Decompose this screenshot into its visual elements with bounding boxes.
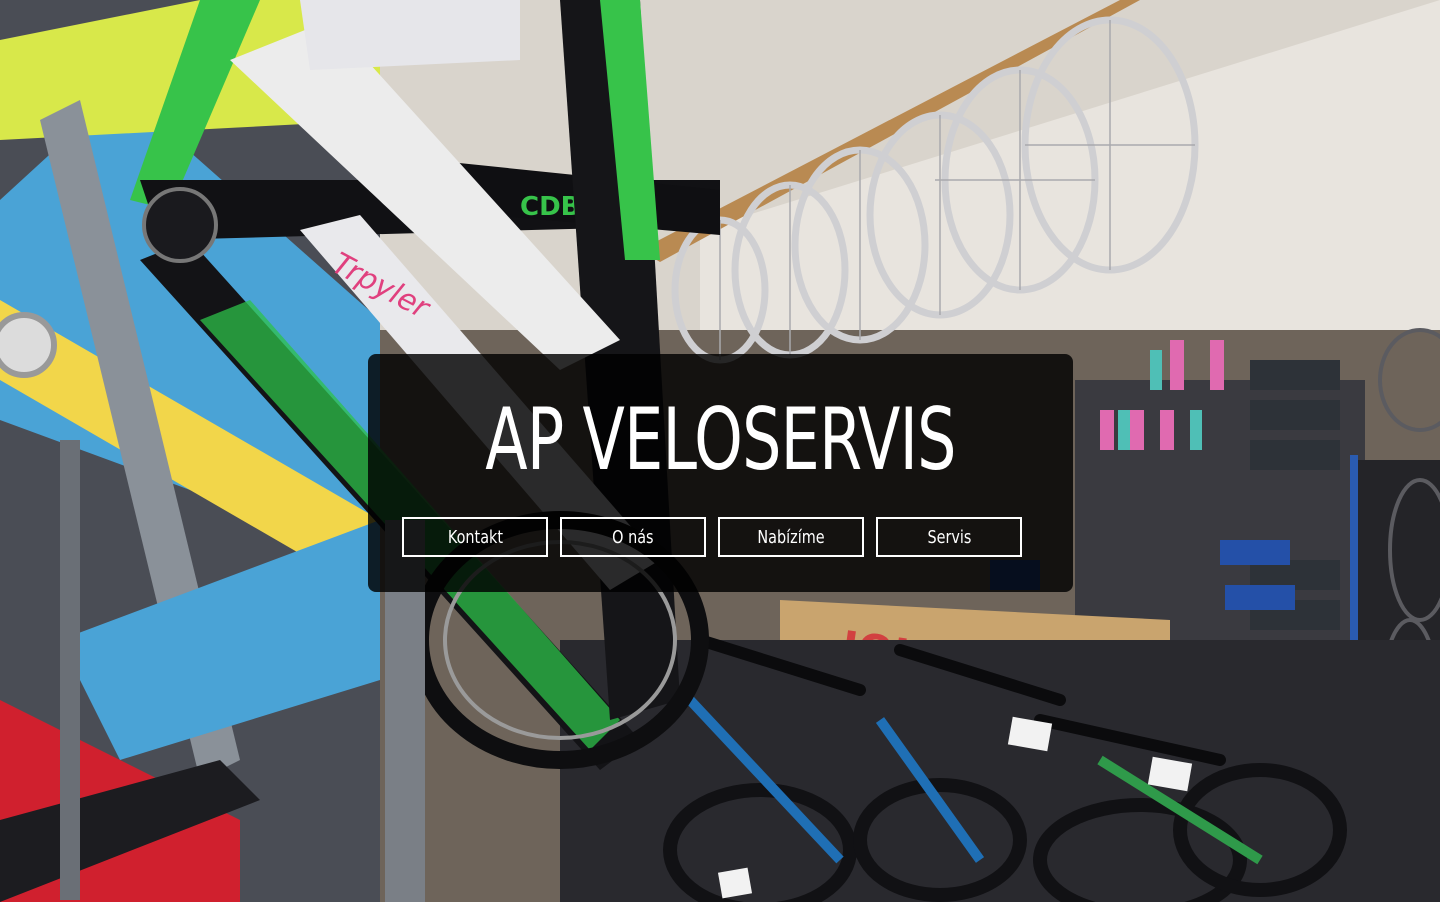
svg-text:CDB: CDB [520, 192, 580, 222]
nav-button-servis[interactable]: Servis [876, 517, 1022, 557]
nav-button-label: Servis [927, 526, 971, 548]
nav-button-label: Kontakt [447, 526, 503, 548]
nav-button-nabizime[interactable]: Nabízíme [718, 517, 864, 557]
nav-button-label: O nás [612, 526, 654, 548]
nav-button-label: Nabízíme [757, 526, 825, 548]
main-nav: Kontakt O nás Nabízíme Servis [402, 517, 1022, 557]
nav-button-o-nas[interactable]: O nás [560, 517, 706, 557]
title-overlay-card: AP VELOSERVIS Kontakt O nás Nabízíme Ser… [368, 354, 1073, 592]
site-title: AP VELOSERVIS [485, 390, 956, 490]
hero-section: JOKO [0, 0, 1440, 902]
nav-button-kontakt[interactable]: Kontakt [402, 517, 548, 557]
